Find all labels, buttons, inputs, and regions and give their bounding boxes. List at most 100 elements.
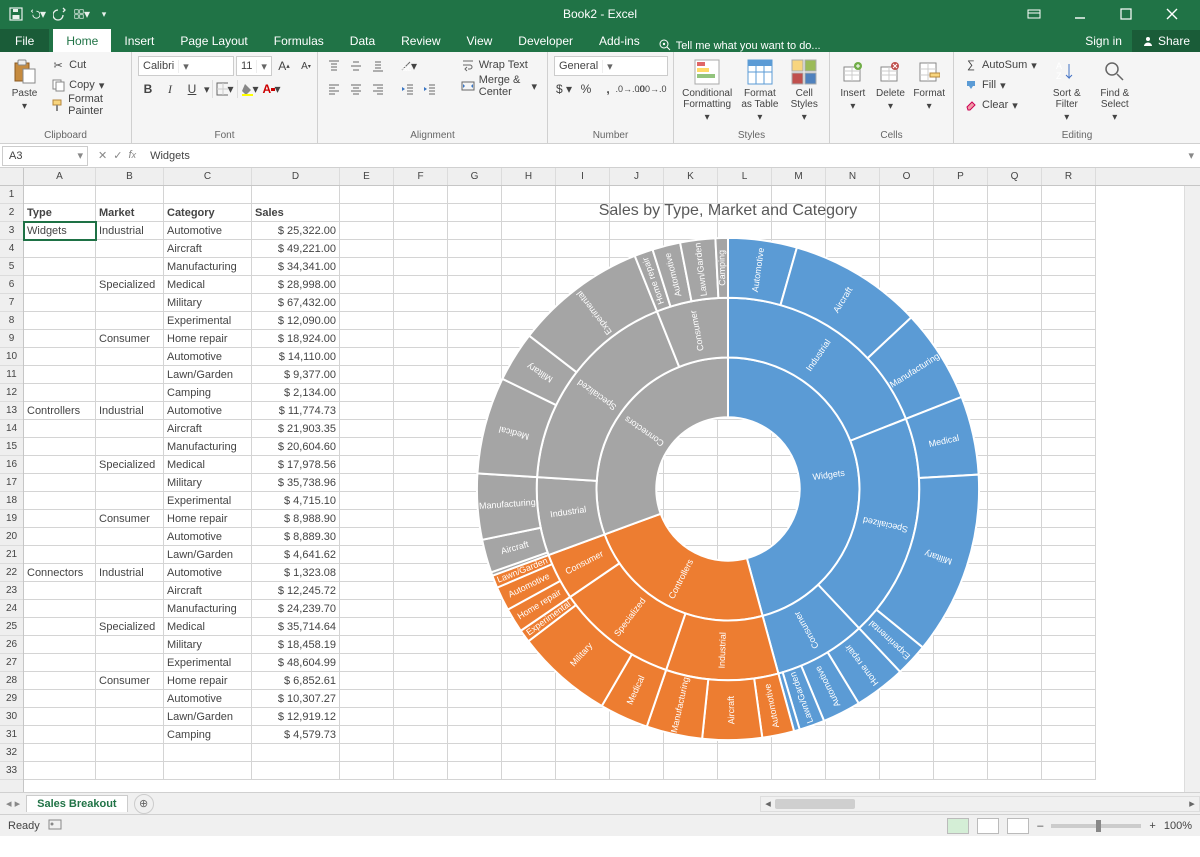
cell[interactable] [96, 420, 164, 438]
cell[interactable]: Military [164, 636, 252, 654]
cell[interactable]: $ 18,458.19 [252, 636, 340, 654]
cell[interactable] [556, 762, 610, 780]
cell[interactable]: Market [96, 204, 164, 222]
cell[interactable]: $ 67,432.00 [252, 294, 340, 312]
touchmode-icon[interactable]: ▾ [74, 6, 90, 22]
cell[interactable]: Automotive [164, 222, 252, 240]
format-cells-button[interactable]: Format▾ [911, 56, 947, 114]
cell[interactable] [24, 366, 96, 384]
row-header[interactable]: 24 [0, 600, 23, 618]
cell[interactable]: $ 6,852.61 [252, 672, 340, 690]
cell[interactable]: Industrial [96, 402, 164, 420]
decrease-indent-button[interactable] [398, 79, 418, 99]
redo-icon[interactable] [52, 6, 68, 22]
cell[interactable]: Lawn/Garden [164, 546, 252, 564]
expand-formula-icon[interactable]: ▾ [1182, 149, 1200, 162]
cell[interactable]: $ 4,715.10 [252, 492, 340, 510]
cell[interactable]: Connectors [24, 564, 96, 582]
cell[interactable] [718, 762, 772, 780]
delete-cells-button[interactable]: Delete▾ [874, 56, 908, 114]
cell[interactable]: Aircraft [164, 420, 252, 438]
italic-button[interactable]: I [160, 79, 180, 99]
zoom-in-button[interactable]: + [1149, 820, 1155, 832]
cell[interactable] [24, 726, 96, 744]
cell[interactable]: $ 12,919.12 [252, 708, 340, 726]
cell[interactable] [24, 654, 96, 672]
cell[interactable]: Lawn/Garden [164, 366, 252, 384]
row-header[interactable]: 13 [0, 402, 23, 420]
cell[interactable] [96, 312, 164, 330]
cell[interactable]: $ 17,978.56 [252, 456, 340, 474]
tab-developer[interactable]: Developer [505, 29, 586, 52]
row-header[interactable]: 10 [0, 348, 23, 366]
cell[interactable]: Manufacturing [164, 600, 252, 618]
cell[interactable]: Controllers [24, 402, 96, 420]
cell[interactable]: $ 35,714.64 [252, 618, 340, 636]
cell[interactable]: $ 35,738.96 [252, 474, 340, 492]
cell[interactable]: Military [164, 294, 252, 312]
cell[interactable]: $ 10,307.27 [252, 690, 340, 708]
increase-indent-button[interactable] [420, 79, 440, 99]
paste-button[interactable]: Paste▾ [6, 56, 43, 114]
add-sheet-button[interactable]: ⊕ [134, 794, 154, 814]
row-header[interactable]: 27 [0, 654, 23, 672]
tab-data[interactable]: Data [337, 29, 388, 52]
cell[interactable] [502, 762, 556, 780]
cell[interactable]: $ 8,988.90 [252, 510, 340, 528]
tab-page-layout[interactable]: Page Layout [167, 29, 260, 52]
cell[interactable]: $ 12,090.00 [252, 312, 340, 330]
cell[interactable]: $ 24,239.70 [252, 600, 340, 618]
sunburst-chart[interactable]: Sales by Type, Market and Category Widge… [370, 198, 1086, 758]
col-header-Q[interactable]: Q [988, 168, 1042, 185]
cell[interactable]: Home repair [164, 510, 252, 528]
cell[interactable]: Specialized [96, 618, 164, 636]
col-header-O[interactable]: O [880, 168, 934, 185]
formula-input[interactable]: Widgets [144, 150, 1182, 162]
col-header-E[interactable]: E [340, 168, 394, 185]
cell[interactable] [24, 492, 96, 510]
col-header-B[interactable]: B [96, 168, 164, 185]
font-size-combo[interactable]: 11▾ [236, 56, 272, 76]
cell[interactable] [164, 744, 252, 762]
row-header[interactable]: 32 [0, 744, 23, 762]
col-header-J[interactable]: J [610, 168, 664, 185]
enter-formula-icon[interactable]: ✓ [113, 149, 122, 162]
font-name-combo[interactable]: Calibri▾ [138, 56, 234, 76]
cell[interactable]: Medical [164, 276, 252, 294]
row-header[interactable]: 18 [0, 492, 23, 510]
cell[interactable] [24, 294, 96, 312]
fill-button[interactable]: Fill ▾ [960, 76, 1041, 94]
row-header[interactable]: 30 [0, 708, 23, 726]
col-header-K[interactable]: K [664, 168, 718, 185]
cell[interactable]: Experimental [164, 312, 252, 330]
cut-button[interactable]: ✂Cut [47, 56, 125, 74]
row-header[interactable]: 17 [0, 474, 23, 492]
row-header[interactable]: 1 [0, 186, 23, 204]
cell[interactable] [24, 330, 96, 348]
format-as-table-button[interactable]: Format as Table ▾ [738, 56, 781, 125]
cell[interactable]: $ 12,245.72 [252, 582, 340, 600]
cell[interactable]: Consumer [96, 672, 164, 690]
col-header-F[interactable]: F [394, 168, 448, 185]
align-middle-button[interactable] [346, 56, 366, 76]
copy-button[interactable]: Copy ▾ [47, 76, 125, 94]
cell[interactable]: $ 4,641.62 [252, 546, 340, 564]
cell-styles-button[interactable]: Cell Styles ▾ [785, 56, 823, 125]
row-header[interactable]: 14 [0, 420, 23, 438]
cell[interactable] [24, 672, 96, 690]
page-break-view-button[interactable] [1007, 818, 1029, 834]
cell[interactable] [96, 582, 164, 600]
cell[interactable] [24, 276, 96, 294]
cell[interactable] [24, 438, 96, 456]
cell[interactable] [96, 636, 164, 654]
cell[interactable] [96, 546, 164, 564]
row-header[interactable]: 19 [0, 510, 23, 528]
col-header-I[interactable]: I [556, 168, 610, 185]
cell[interactable]: $ 48,604.99 [252, 654, 340, 672]
row-header[interactable]: 7 [0, 294, 23, 312]
cell[interactable]: Lawn/Garden [164, 708, 252, 726]
select-all-button[interactable] [0, 168, 23, 186]
sign-in-button[interactable]: Sign in [1075, 30, 1132, 52]
cell[interactable] [24, 708, 96, 726]
wrap-text-button[interactable]: Wrap Text [457, 56, 541, 74]
